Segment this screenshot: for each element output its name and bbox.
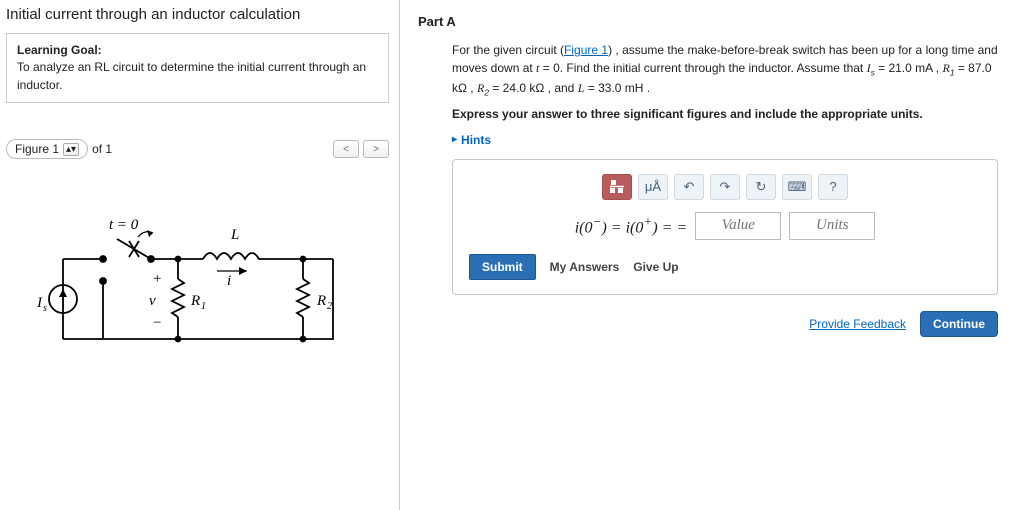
svg-text:I: I [36,295,43,311]
svg-text:R: R [190,293,200,309]
learning-goal-box: Learning Goal: To analyze an RL circuit … [6,33,389,103]
svg-text:L: L [230,227,239,243]
learning-goal-heading: Learning Goal: [17,43,102,57]
question-text: For the given circuit (Figure 1) , assum… [418,41,1006,295]
figure-label-pill: Figure 1 ▴▾ [6,139,88,159]
figure-prev-button[interactable]: < [333,140,359,158]
right-panel: Part A For the given circuit (Figure 1) … [400,0,1024,510]
redo-icon[interactable]: ↷ [710,174,740,200]
svg-text:s: s [43,303,47,314]
svg-text:2: 2 [327,301,332,312]
hints-toggle[interactable]: Hints [452,131,491,149]
undo-icon[interactable]: ↶ [674,174,704,200]
learning-goal-text: To analyze an RL circuit to determine th… [17,60,366,91]
svg-text:v: v [149,293,156,309]
give-up-button[interactable]: Give Up [633,260,678,274]
svg-text:R: R [316,293,326,309]
svg-text:−: − [153,315,161,331]
provide-feedback-link[interactable]: Provide Feedback [809,317,906,331]
action-row: Submit My Answers Give Up [469,254,981,280]
reset-icon[interactable]: ↻ [746,174,776,200]
answer-box: μÅ ↶ ↷ ↻ ⌨ ? i(0−) = i(0+) = = Submit My… [452,159,998,295]
part-label: Part A [418,14,1006,29]
svg-text:i: i [227,273,231,289]
submit-button[interactable]: Submit [469,254,536,280]
figure-select-icon[interactable]: ▴▾ [63,143,79,156]
equation-label: i(0−) = i(0+) = = [575,212,688,240]
left-panel: Initial current through an inductor calc… [0,0,400,510]
figure-next-button[interactable]: > [363,140,389,158]
figure-link[interactable]: Figure 1 [564,43,608,57]
figure-label: Figure 1 [15,142,59,156]
value-input[interactable] [695,212,781,240]
svg-text:1: 1 [201,301,206,312]
units-tool-icon[interactable]: μÅ [638,174,668,200]
answer-instruction: Express your answer to three significant… [452,105,1006,123]
figure-of-text: of 1 [92,142,112,156]
footer-row: Provide Feedback Continue [418,311,1006,337]
help-icon[interactable]: ? [818,174,848,200]
keyboard-icon[interactable]: ⌨ [782,174,812,200]
figure-bar: Figure 1 ▴▾ of 1 < > [6,139,389,159]
page-title: Initial current through an inductor calc… [6,6,389,23]
my-answers-button[interactable]: My Answers [550,260,620,274]
equation-toolbar: μÅ ↶ ↷ ↻ ⌨ ? [469,174,981,200]
svg-text:t = 0: t = 0 [109,217,139,233]
units-input[interactable] [789,212,875,240]
circuit-figure: t = 0 L i I s [6,189,389,372]
svg-text:+: + [153,271,161,287]
continue-button[interactable]: Continue [920,311,998,337]
equation-row: i(0−) = i(0+) = = [469,212,981,240]
fraction-tool-icon[interactable] [602,174,632,200]
